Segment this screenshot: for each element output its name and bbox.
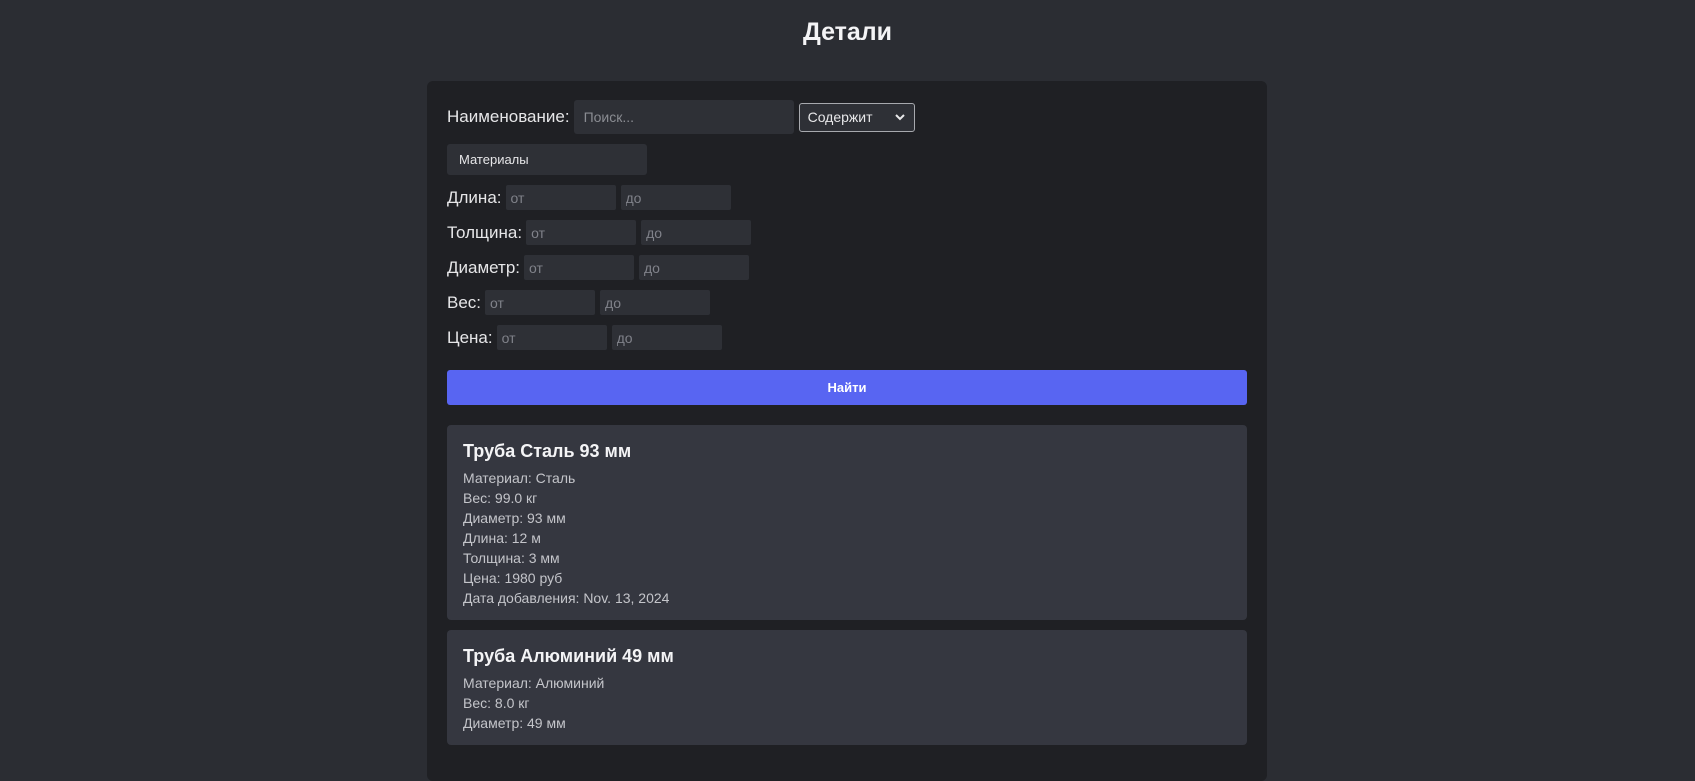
name-filter-row: Наименование: Содержит bbox=[447, 100, 1247, 134]
range-row-weight: Вес: bbox=[447, 290, 1247, 315]
result-card: Труба Сталь 93 мм Материал: Сталь Вес: 9… bbox=[447, 425, 1247, 620]
result-card: Труба Алюминий 49 мм Материал: Алюминий … bbox=[447, 630, 1247, 745]
page-title: Детали bbox=[802, 18, 893, 46]
diameter-to-input[interactable] bbox=[639, 255, 750, 280]
result-title: Труба Алюминий 49 мм bbox=[463, 646, 674, 666]
length-to-input[interactable] bbox=[620, 185, 731, 210]
match-mode-value: Содержит bbox=[807, 109, 873, 125]
filter-form: Наименование: Содержит Материалы Длина: … bbox=[427, 81, 1267, 405]
range-row-length: Длина: bbox=[447, 185, 1247, 210]
result-diameter: Диаметр: 93 мм bbox=[463, 510, 566, 526]
result-diameter: Диаметр: 49 мм bbox=[463, 715, 566, 731]
diameter-from-input[interactable] bbox=[524, 255, 635, 280]
price-to-input[interactable] bbox=[611, 325, 722, 350]
price-from-input[interactable] bbox=[496, 325, 607, 350]
weight-to-input[interactable] bbox=[600, 290, 711, 315]
result-price: Цена: 1980 руб bbox=[463, 570, 563, 586]
results-list: Труба Сталь 93 мм Материал: Сталь Вес: 9… bbox=[427, 405, 1267, 745]
materials-label: Материалы bbox=[459, 152, 529, 167]
result-thickness: Толщина: 3 мм bbox=[463, 550, 560, 566]
range-label: Диаметр: bbox=[447, 257, 521, 277]
result-date: Дата добавления: Nov. 13, 2024 bbox=[463, 590, 670, 606]
result-weight: Вес: 99.0 кг bbox=[463, 490, 538, 506]
filter-panel: Наименование: Содержит Материалы Длина: … bbox=[427, 81, 1267, 781]
search-button[interactable]: Найти bbox=[447, 370, 1247, 405]
match-mode-select[interactable]: Содержит bbox=[798, 102, 915, 132]
result-material: Материал: Алюминий bbox=[463, 675, 605, 691]
name-label: Наименование: bbox=[447, 107, 570, 126]
result-title: Труба Сталь 93 мм bbox=[463, 441, 632, 461]
length-from-input[interactable] bbox=[505, 185, 616, 210]
range-label: Цена: bbox=[447, 327, 493, 347]
range-label: Длина: bbox=[447, 187, 502, 207]
range-row-thickness: Толщина: bbox=[447, 220, 1247, 245]
chevron-down-icon bbox=[894, 114, 905, 121]
range-label: Вес: bbox=[447, 292, 482, 312]
result-length: Длина: 12 м bbox=[463, 530, 541, 546]
result-weight: Вес: 8.0 кг bbox=[463, 695, 530, 711]
range-label: Толщина: bbox=[447, 222, 523, 242]
search-input[interactable] bbox=[573, 100, 794, 134]
range-row-diameter: Диаметр: bbox=[447, 255, 1247, 280]
thickness-from-input[interactable] bbox=[526, 220, 637, 245]
materials-select[interactable]: Материалы bbox=[447, 144, 647, 175]
range-row-price: Цена: bbox=[447, 325, 1247, 350]
thickness-to-input[interactable] bbox=[641, 220, 752, 245]
weight-from-input[interactable] bbox=[485, 290, 596, 315]
result-material: Материал: Сталь bbox=[463, 470, 576, 486]
